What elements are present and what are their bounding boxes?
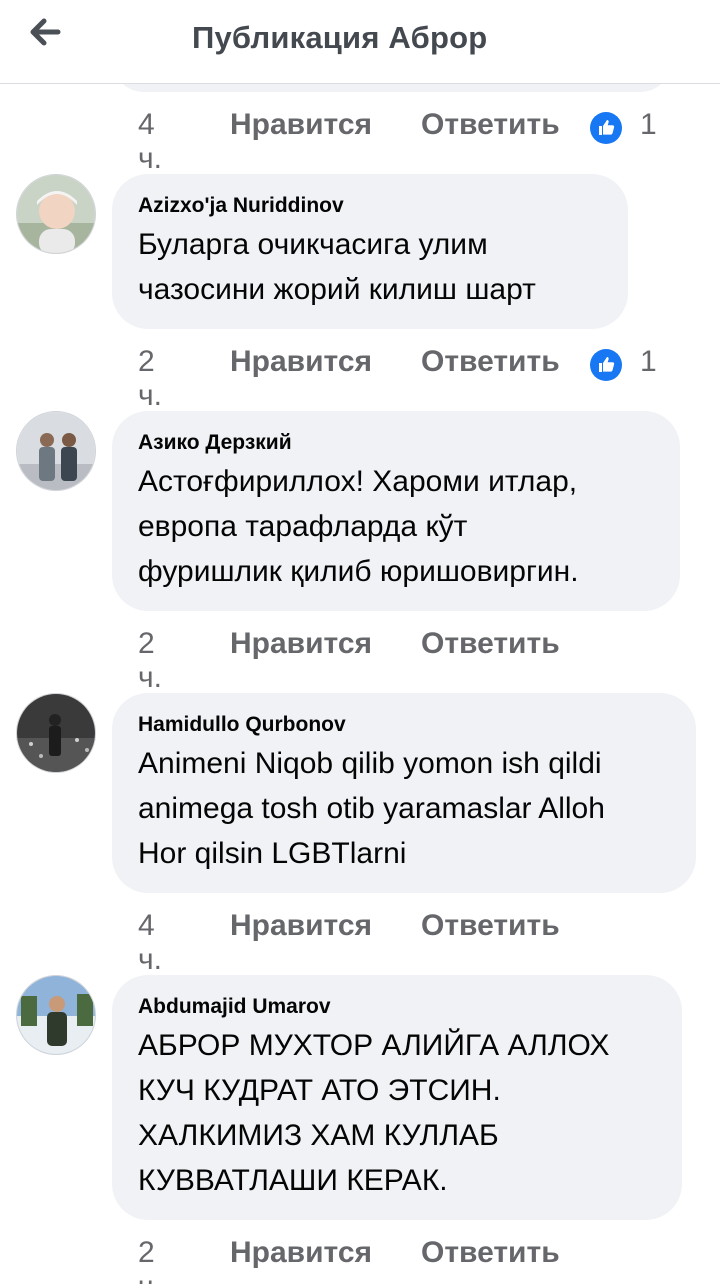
avatar-image (17, 175, 95, 253)
like-thumb-icon (590, 112, 622, 144)
comment-bubble: Abdumajid Umarov АБРОР МУХТОР АЛИЙГА АЛЛ… (112, 975, 682, 1220)
comment-text: Буларга очикчасига улим чазосини жорий к… (138, 222, 602, 312)
comment-time[interactable]: 2 ч. (138, 345, 162, 413)
reaction-summary[interactable]: 1 (590, 345, 670, 385)
reaction-count: 1 (640, 108, 657, 141)
reaction-count: 1 (640, 345, 657, 378)
top-bar: Публикация Аброр (0, 0, 720, 84)
comment-author[interactable]: Азико Дерзкий (138, 429, 654, 457)
comment-time[interactable]: 2 ч. (138, 1236, 162, 1284)
avatar[interactable] (16, 411, 96, 491)
comment-bubble: Azizxo'ja Nuriddinov Буларга очикчасига … (112, 174, 628, 329)
reply-button[interactable]: Ответить (421, 1236, 560, 1270)
avatar[interactable] (16, 693, 96, 773)
avatar-image (17, 412, 95, 490)
comment-text: Animeni Niqob qilib yomon ish qildi anim… (138, 741, 670, 876)
comment-line: чазосини жорий килиш шарт (138, 273, 536, 306)
reply-button[interactable]: Ответить (421, 909, 560, 943)
comment-line: ХАЛКИМИЗ ХАМ КУЛЛАБ (138, 1119, 499, 1152)
comment-line: Астоғфириллох! Хароми итлар, (138, 465, 578, 498)
comment-line: Буларга очикчасига улим (138, 228, 488, 261)
like-button[interactable]: Нравится (230, 627, 372, 661)
comment-author[interactable]: Hamidullo Qurbonov (138, 711, 670, 739)
avatar-image (17, 976, 95, 1054)
comment-time[interactable]: 4 ч. (138, 108, 162, 176)
avatar[interactable] (16, 975, 96, 1055)
comment-line: КУЧ КУДРАТ АТО ЭТСИН. (138, 1074, 501, 1107)
like-thumb-icon (590, 349, 622, 381)
comment-line: АБРОР МУХТОР АЛИЙГА АЛЛОХ (138, 1029, 610, 1062)
comment-line: animega tosh otib yaramaslar Alloh (138, 792, 605, 825)
comment-line: европа тарафларда кўт (138, 510, 468, 543)
reply-button[interactable]: Ответить (421, 108, 560, 142)
back-button[interactable] (22, 10, 74, 54)
reaction-summary[interactable]: 1 (590, 108, 670, 148)
comment-text: АБРОР МУХТОР АЛИЙГА АЛЛОХ КУЧ КУДРАТ АТО… (138, 1023, 656, 1203)
avatar-image (17, 694, 95, 772)
like-button[interactable]: Нравится (230, 909, 372, 943)
reply-button[interactable]: Ответить (421, 627, 560, 661)
like-button[interactable]: Нравится (230, 108, 372, 142)
like-button[interactable]: Нравится (230, 1236, 372, 1270)
comment-time[interactable]: 4 ч. (138, 909, 162, 977)
comment-text: Астоғфириллох! Хароми итлар, европа тара… (138, 459, 654, 594)
comment-bubble: Азико Дерзкий Астоғфириллох! Хароми итла… (112, 411, 680, 611)
back-arrow-icon (30, 18, 61, 46)
like-button[interactable]: Нравится (230, 345, 372, 379)
page-title: Публикация Аброр (192, 20, 488, 55)
comment-line: КУВВАТЛАШИ КЕРАК. (138, 1164, 448, 1197)
comment-bubble: Hamidullo Qurbonov Animeni Niqob qilib y… (112, 693, 696, 893)
comment-line: Hor qilsin LGBTlarni (138, 837, 407, 870)
comment-author[interactable]: Azizxo'ja Nuriddinov (138, 192, 602, 220)
comment-author[interactable]: Abdumajid Umarov (138, 993, 656, 1021)
avatar[interactable] (16, 174, 96, 254)
comment-line: Animeni Niqob qilib yomon ish qildi (138, 747, 602, 780)
comment-time[interactable]: 2 ч. (138, 627, 162, 695)
comment-line: фуришлик қилиб юришовиргин. (138, 555, 579, 588)
reply-button[interactable]: Ответить (421, 345, 560, 379)
